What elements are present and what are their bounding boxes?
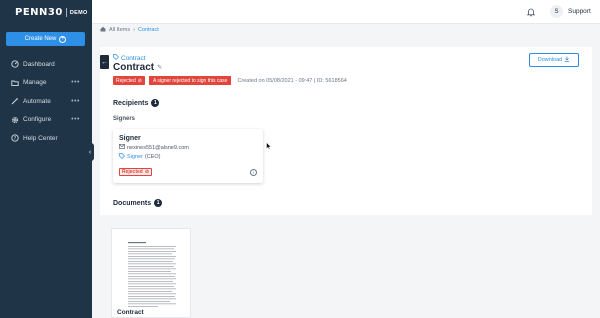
status-badge-label: Rejected <box>116 77 136 84</box>
sidebar-item-label: Help Center <box>23 134 58 142</box>
recipients-count: 1 <box>151 99 160 107</box>
create-new-label: Create New <box>24 36 57 42</box>
sidebar-nav: Dashboard Manage ••• Automate ••• Config… <box>0 55 92 148</box>
sidebar-item-label: Manage <box>23 79 47 87</box>
collapse-sidebar-button[interactable]: ‹ <box>86 143 94 161</box>
logo[interactable]: PENN30 DEMO <box>15 7 88 18</box>
status-reason: A signer rejected to sign this case <box>148 76 232 85</box>
logo-divider <box>65 8 67 17</box>
more-options-icon[interactable]: ••• <box>71 116 80 123</box>
case-type-label[interactable]: Contract <box>113 54 146 62</box>
documents-title: Documents <box>113 199 152 207</box>
dashboard-icon <box>11 60 19 68</box>
tag-icon <box>113 54 119 62</box>
documents-count: 1 <box>154 199 163 207</box>
download-button[interactable]: Download <box>529 53 579 67</box>
breadcrumb-root-link[interactable]: All Items <box>109 27 130 33</box>
signer-email-row: nexines551@alsne9.com <box>119 144 189 151</box>
sidebar-item-label: Automate <box>23 97 51 105</box>
magic-wand-icon <box>11 97 19 105</box>
breadcrumb-current: Contract <box>137 26 159 33</box>
page-title: Contract ✎ <box>113 62 162 73</box>
signers-heading: Signers <box>113 116 136 122</box>
case-meta: Created on 05/08/2021 - 09:47 | ID: 5618… <box>237 77 347 84</box>
logo-wordmark: PENN30 <box>15 7 63 18</box>
mouse-cursor-icon <box>266 142 272 150</box>
sidebar: PENN30 DEMO Create New + Dashboard Manag… <box>0 0 92 318</box>
sidebar-item-manage[interactable]: Manage ••• <box>0 74 92 93</box>
signer-role-title: (CEO) <box>144 154 161 160</box>
signer-status-label: Rejected <box>122 169 143 175</box>
recipients-heading: Recipients 1 <box>113 99 160 107</box>
chevron-left-icon: ‹ <box>88 148 92 156</box>
status-row: Rejected ⊘ A signer rejected to sign thi… <box>113 76 347 85</box>
sidebar-item-configure[interactable]: Configure ••• <box>0 111 92 130</box>
more-options-icon[interactable]: ••• <box>71 79 80 86</box>
bell-icon[interactable] <box>526 7 536 17</box>
signer-name: Signer <box>119 135 141 142</box>
logo-demo-tag: DEMO <box>69 9 88 16</box>
status-badge: Rejected ⊘ <box>113 76 145 85</box>
back-button[interactable]: ← <box>100 55 109 69</box>
svg-text:?: ? <box>14 136 17 142</box>
case-type-text: Contract <box>121 54 146 62</box>
topbar: S Support <box>92 0 600 24</box>
download-icon <box>564 56 570 64</box>
edit-pencil-icon[interactable]: ✎ <box>157 64 162 71</box>
info-icon[interactable]: i <box>250 169 257 176</box>
documents-heading: Documents 1 <box>113 199 163 207</box>
more-options-icon[interactable]: ••• <box>71 98 80 105</box>
envelope-icon <box>119 144 125 151</box>
signer-email: nexines551@alsne9.com <box>127 144 189 151</box>
signer-role-link[interactable]: Signer <box>127 154 143 160</box>
signer-status-badge: Rejected ⊘ <box>119 168 153 176</box>
document-thumbnail <box>124 239 180 311</box>
plus-circle-icon: + <box>59 35 67 43</box>
document-card[interactable] <box>111 228 191 318</box>
sidebar-item-help-center[interactable]: ? Help Center <box>0 129 92 148</box>
document-name[interactable]: Contract <box>117 309 144 316</box>
sidebar-item-dashboard[interactable]: Dashboard <box>0 55 92 74</box>
sidebar-item-automate[interactable]: Automate ••• <box>0 92 92 111</box>
sidebar-item-label: Dashboard <box>23 60 55 68</box>
create-new-button[interactable]: Create New + <box>6 32 85 46</box>
sidebar-item-label: Configure <box>23 116 52 124</box>
help-icon: ? <box>11 134 19 142</box>
ban-icon: ⊘ <box>137 77 142 84</box>
user-menu-label[interactable]: Support <box>568 8 591 15</box>
avatar[interactable]: S <box>550 5 563 18</box>
gear-icon <box>11 116 19 124</box>
case-title-text: Contract <box>113 62 155 73</box>
ban-icon: ⊘ <box>144 169 150 175</box>
arrow-left-icon: ← <box>101 58 108 66</box>
tag-icon <box>119 153 125 161</box>
home-icon <box>100 26 106 34</box>
signer-card[interactable]: Signer nexines551@alsne9.com Signer (CEO… <box>113 129 263 183</box>
breadcrumb: All Items › Contract <box>100 25 159 34</box>
recipients-title: Recipients <box>113 99 149 107</box>
signer-role-row: Signer (CEO) <box>119 153 161 161</box>
breadcrumb-separator: › <box>133 26 135 33</box>
folder-icon <box>11 79 19 87</box>
download-label: Download <box>537 57 563 63</box>
